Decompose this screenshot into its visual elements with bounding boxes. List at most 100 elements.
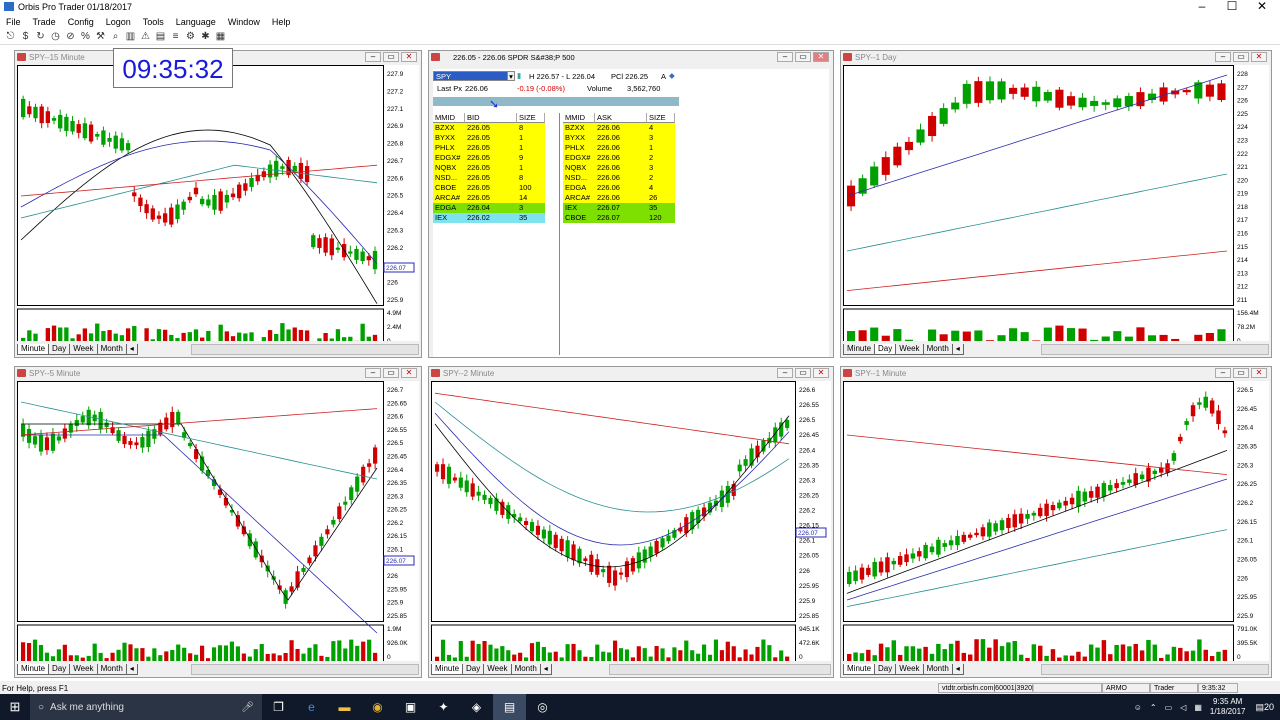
panel-close-button[interactable]: ✕ <box>1251 52 1267 62</box>
tab-week[interactable]: Week <box>483 664 512 675</box>
quote-row[interactable]: EDGX# 226.06 2 <box>563 153 675 163</box>
quote-row[interactable]: EDGA 226.06 4 <box>563 183 675 193</box>
level2-minimize-button[interactable]: – <box>777 52 793 62</box>
tab-scroll-left-icon[interactable]: ◂ <box>539 664 552 675</box>
dollar-icon[interactable]: $ <box>19 30 32 43</box>
tab-scroll-left-icon[interactable]: ◂ <box>951 664 964 675</box>
calc-icon[interactable]: ▦ <box>214 30 227 43</box>
quote-row[interactable]: BZXX 226.06 4 <box>563 123 675 133</box>
news-icon[interactable]: ▤ <box>154 30 167 43</box>
keyboard-icon[interactable]: ▦ <box>1194 703 1202 712</box>
tab-day[interactable]: Day <box>48 664 71 675</box>
panel-maximize-button[interactable]: ▭ <box>383 368 399 378</box>
people-icon[interactable]: ☺ <box>1134 703 1142 712</box>
app-icon-2[interactable]: ◈ <box>460 694 493 720</box>
chevron-up-icon[interactable]: ⌃ <box>1150 703 1157 712</box>
tab-scroll-left-icon[interactable]: ◂ <box>951 344 964 355</box>
menu-config[interactable]: Config <box>68 17 94 27</box>
quote-row[interactable]: CBOE 226.05 100 <box>433 183 545 193</box>
tab-month[interactable]: Month <box>96 664 127 675</box>
quote-row[interactable]: NQBX 226.06 3 <box>563 163 675 173</box>
panel-maximize-button[interactable]: ▭ <box>1233 368 1249 378</box>
quote-row[interactable]: IEX 226.02 35 <box>433 213 545 223</box>
close-button[interactable]: ✕ <box>1242 0 1280 12</box>
order-icon[interactable]: ⊘ <box>64 30 77 43</box>
level2-window[interactable]: 226.05 - 226.06 SPDR S&#38;P 500 – ▭ ✕ SPY ▾ ▮… <box>428 50 834 358</box>
network-icon[interactable]: ▭ <box>1165 703 1173 712</box>
options-icon[interactable]: ⚙ <box>184 30 197 43</box>
app-icon-3[interactable]: ◎ <box>526 694 559 720</box>
tab-day[interactable]: Day <box>48 344 71 355</box>
horizontal-scrollbar[interactable] <box>1041 664 1269 675</box>
panel-maximize-button[interactable]: ▭ <box>1233 52 1249 62</box>
tab-week[interactable]: Week <box>69 344 98 355</box>
task-view-icon[interactable]: ❐ <box>262 694 295 720</box>
quote-row[interactable]: NQBX 226.05 1 <box>433 163 545 173</box>
quote-row[interactable]: NSD... 226.06 2 <box>563 173 675 183</box>
tab-minute[interactable]: Minute <box>17 344 50 355</box>
level2-maximize-button[interactable]: ▭ <box>795 52 811 62</box>
column-header[interactable]: MMID <box>563 113 595 123</box>
column-header[interactable]: MMID <box>433 113 465 123</box>
tools-icon[interactable]: ⚒ <box>94 30 107 43</box>
quote-row[interactable]: BYXX 226.06 3 <box>563 133 675 143</box>
refresh-icon[interactable]: ↻ <box>34 30 47 43</box>
panel-header[interactable]: SPY--1 Minute – ▭ ✕ <box>841 367 1271 380</box>
alert-icon[interactable]: ⚠ <box>139 30 152 43</box>
column-header[interactable]: ASK <box>595 113 647 123</box>
horizontal-scrollbar[interactable] <box>191 664 419 675</box>
chart-icon[interactable]: ▥ <box>124 30 137 43</box>
tab-minute[interactable]: Minute <box>17 664 50 675</box>
tab-month[interactable]: Month <box>96 344 127 355</box>
panel-minimize-button[interactable]: – <box>365 52 381 62</box>
chrome-icon[interactable]: ◉ <box>361 694 394 720</box>
tab-scroll-left-icon[interactable]: ◂ <box>125 664 138 675</box>
panel-header[interactable]: SPY--2 Minute – ▭ ✕ <box>429 367 833 380</box>
price-chart[interactable]: 226.5 226.45 226.4 226.35 226.3 226.25 226.2 22… <box>843 381 1269 661</box>
tab-day[interactable]: Day <box>462 664 485 675</box>
horizontal-scrollbar[interactable] <box>1041 344 1269 355</box>
quote-row[interactable]: ARCA# 226.06 26 <box>563 193 675 203</box>
tab-month[interactable]: Month <box>922 344 953 355</box>
panel-close-button[interactable]: ✕ <box>1251 368 1267 378</box>
price-chart[interactable]: 227.9 227.2 227.1 226.9 226.8 226.7 226.6 226.5… <box>17 65 419 341</box>
search-icon[interactable]: ⌕ <box>109 30 122 43</box>
menu-logon[interactable]: Logon <box>106 17 131 27</box>
tab-week[interactable]: Week <box>69 664 98 675</box>
menu-tools[interactable]: Tools <box>143 17 164 27</box>
tab-day[interactable]: Day <box>874 344 897 355</box>
panel-minimize-button[interactable]: – <box>365 368 381 378</box>
tab-scroll-left-icon[interactable]: ◂ <box>125 344 138 355</box>
chart-window-5min[interactable]: SPY--5 Minute – ▭ ✕ 226.7 226.65 226.6 226.55 22… <box>14 366 422 678</box>
tray-time[interactable]: 9:35 AM <box>1210 697 1246 707</box>
panel-close-button[interactable]: ✕ <box>401 52 417 62</box>
panel-header[interactable]: SPY--1 Day – ▭ ✕ <box>841 51 1271 64</box>
tab-week[interactable]: Week <box>895 344 924 355</box>
panel-maximize-button[interactable]: ▭ <box>795 368 811 378</box>
volume-icon[interactable]: ◁ <box>1180 703 1186 712</box>
tray-date[interactable]: 1/18/2017 <box>1210 707 1246 717</box>
quote-row[interactable]: IEX 226.07 35 <box>563 203 675 213</box>
chart-window-2min[interactable]: SPY--2 Minute – ▭ ✕ 226.6 226.55 226.5 226.45 22… <box>428 366 834 678</box>
app-icon-1[interactable]: ✦ <box>427 694 460 720</box>
chart-window-1min[interactable]: SPY--1 Minute – ▭ ✕ 226.5 226.45 226.4 226.35 22… <box>840 366 1272 678</box>
chart-window-15min[interactable]: SPY--15 Minute – ▭ ✕ 227.9 227.2 227.1 226.9 226… <box>14 50 422 358</box>
quote-row[interactable]: BYXX 226.05 1 <box>433 133 545 143</box>
quote-row[interactable]: PHLX 226.05 1 <box>433 143 545 153</box>
chart-window-day[interactable]: SPY--1 Day – ▭ ✕ 228 227 226 225 224 223 222 221 220… <box>840 50 1272 358</box>
column-header[interactable]: SIZE <box>517 113 545 123</box>
tab-minute[interactable]: Minute <box>431 664 464 675</box>
edge-icon[interactable]: e <box>295 694 328 720</box>
quote-row[interactable]: CBOE 226.07 120 <box>563 213 675 223</box>
store-icon[interactable]: ▣ <box>394 694 427 720</box>
price-chart[interactable]: 226.6 226.55 226.5 226.45 226.4 226.35 226.3 22… <box>431 381 831 661</box>
level2-close-button[interactable]: ✕ <box>813 52 829 62</box>
clock-icon[interactable]: ◷ <box>49 30 62 43</box>
quote-row[interactable]: ARCA# 226.05 14 <box>433 193 545 203</box>
quote-row[interactable]: PHLX 226.06 1 <box>563 143 675 153</box>
tab-week[interactable]: Week <box>895 664 924 675</box>
settings-icon[interactable]: ✱ <box>199 30 212 43</box>
level2-header[interactable]: 226.05 - 226.06 SPDR S&#38;P 500 – ▭ ✕ <box>429 51 833 64</box>
percent-icon[interactable]: % <box>79 30 92 43</box>
file-explorer-icon[interactable]: ▬ <box>328 694 361 720</box>
